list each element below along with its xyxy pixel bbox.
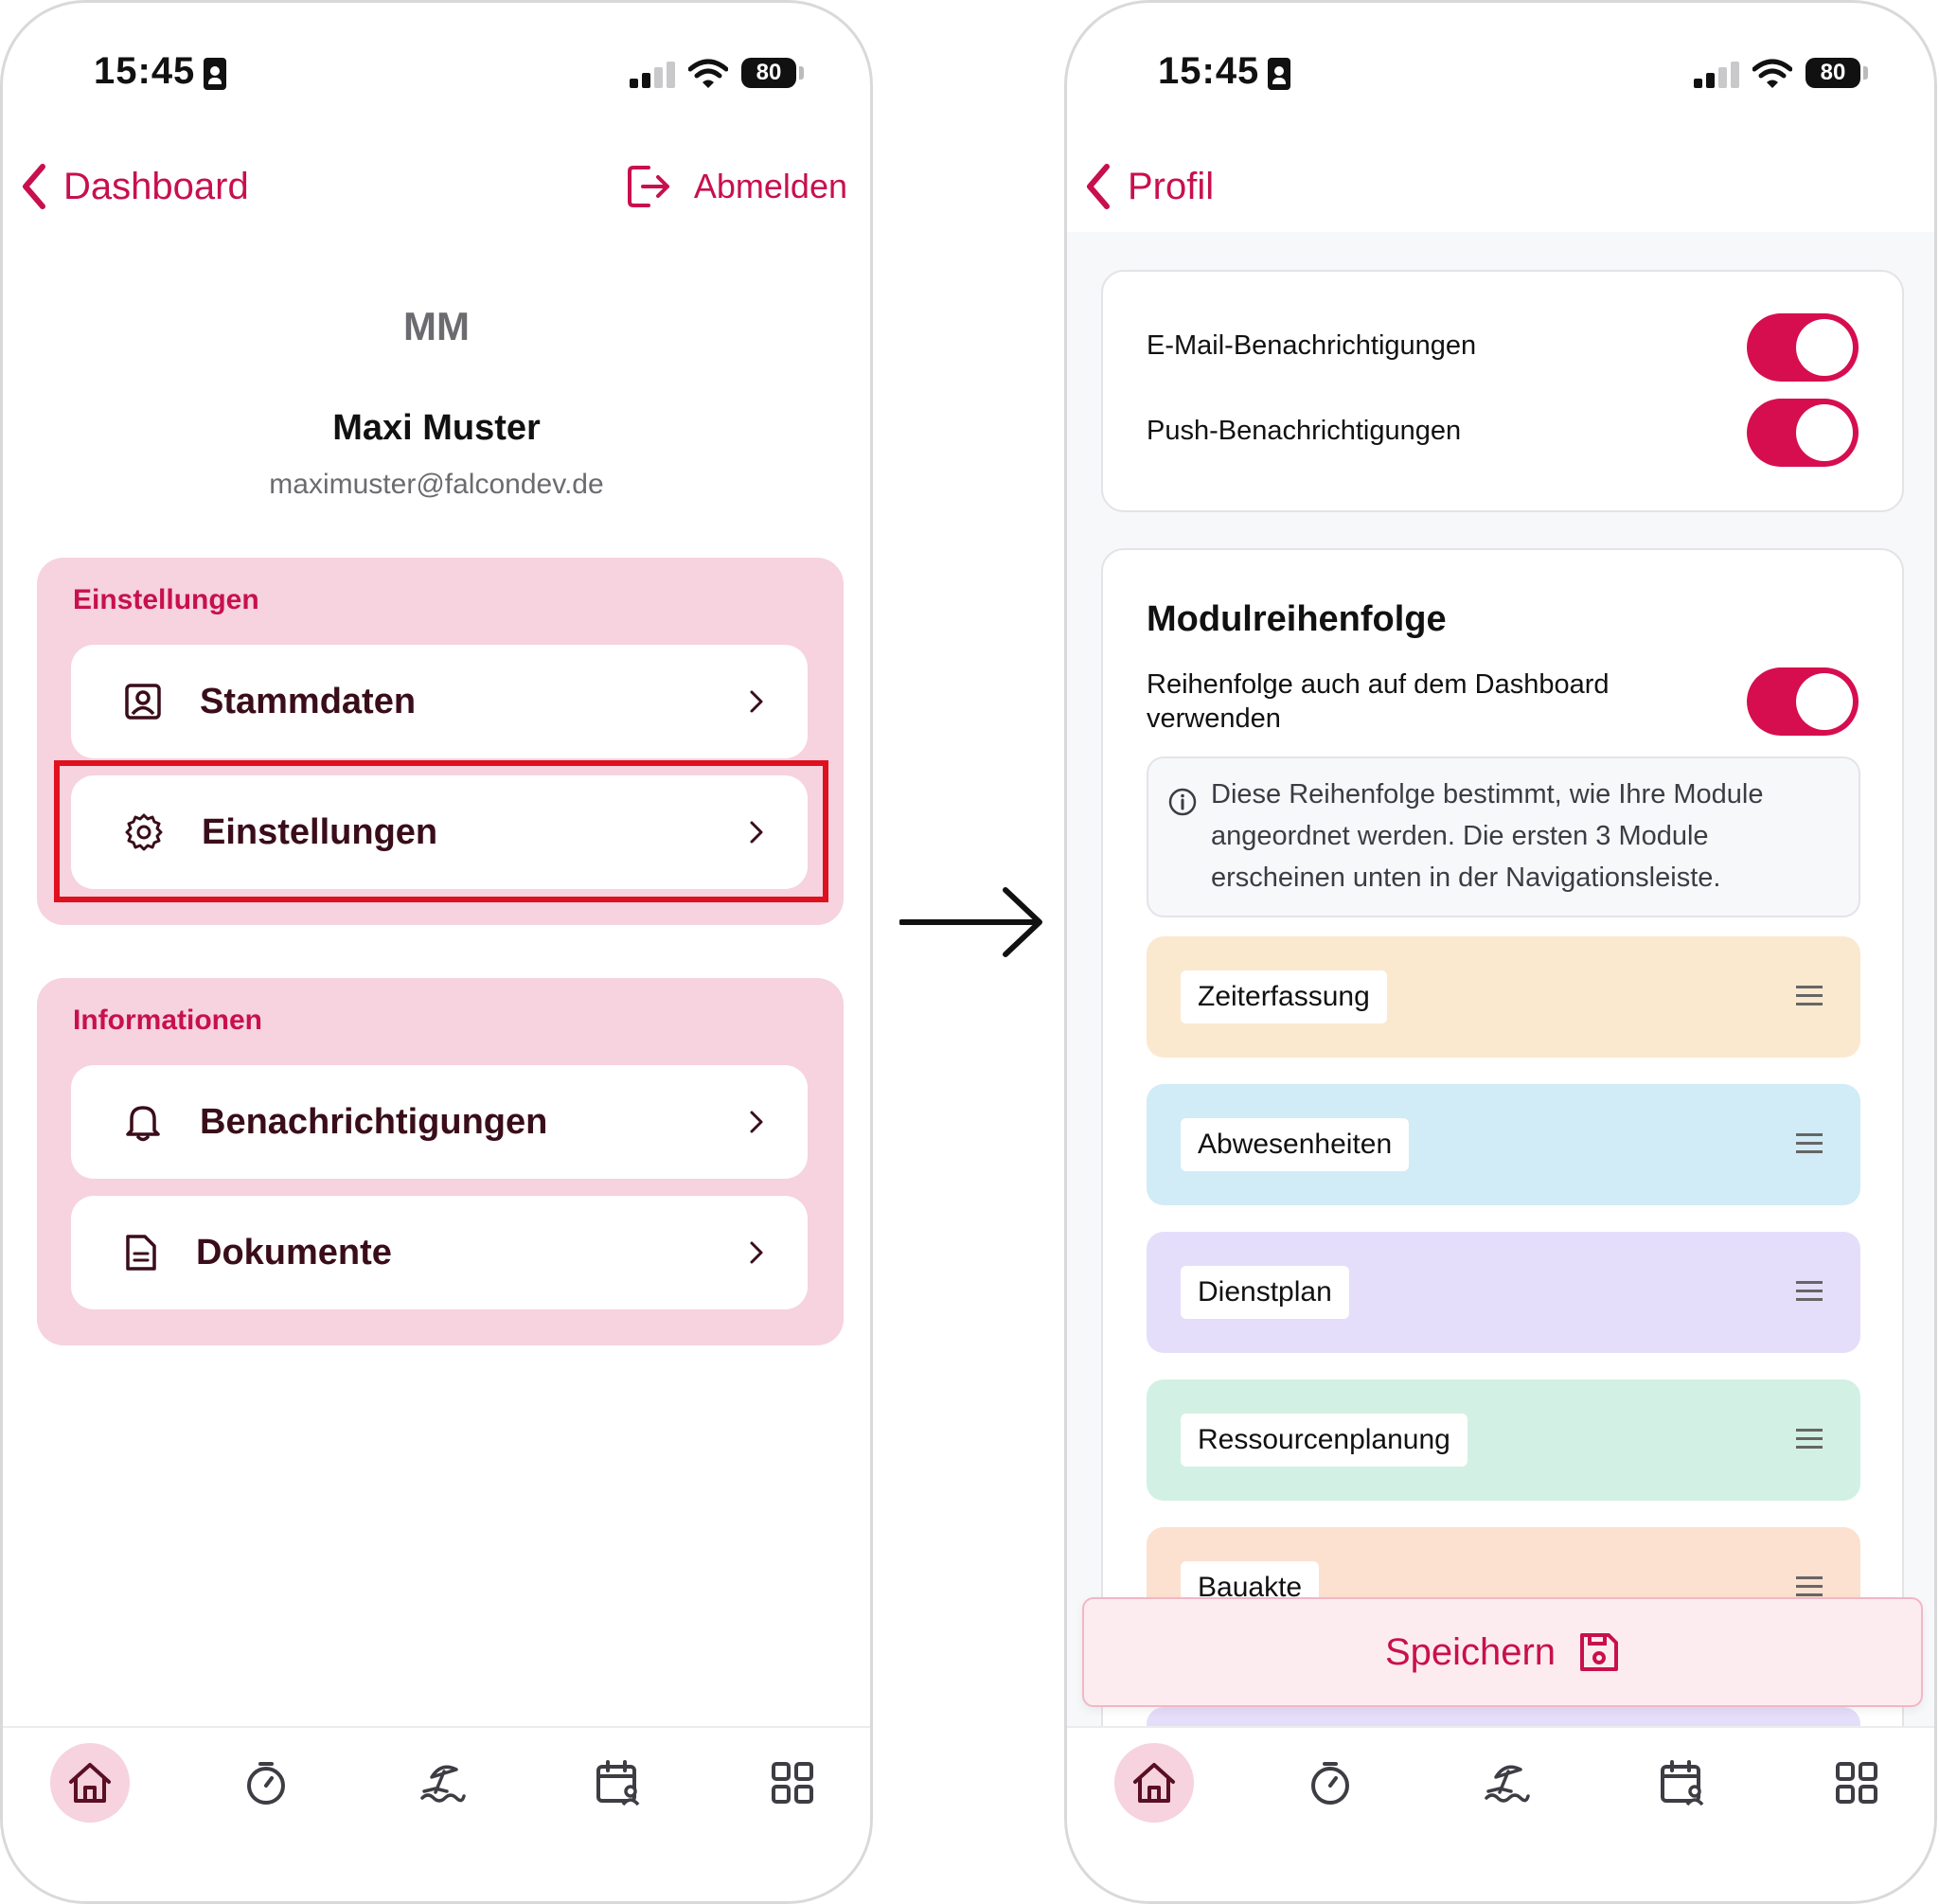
module-item-ressourcenplanung[interactable]: Ressourcenplanung	[1147, 1379, 1860, 1501]
logout-button[interactable]: Abmelden	[626, 162, 847, 211]
chevron-right-icon	[750, 690, 763, 713]
profile-email: maximuster@falcondev.de	[269, 469, 604, 500]
menu-item-label: Stammdaten	[200, 681, 417, 721]
info-text: Diese Reihenfolge bestimmt, wie Ihre Mod…	[1211, 779, 1764, 893]
chevron-left-icon	[1087, 164, 1110, 209]
status-time: 15:45	[94, 50, 196, 92]
profile-name: Maxi Muster	[332, 408, 541, 448]
document-icon	[126, 1235, 156, 1271]
chevron-right-icon	[750, 1111, 763, 1133]
module-label: Zeiterfassung	[1181, 970, 1387, 1023]
dashboard-order-label: Reihenfolge auch auf dem Dashboard verwe…	[1147, 669, 1610, 734]
drag-handle-icon[interactable]	[1796, 1576, 1823, 1597]
calendar-user-icon	[1661, 1760, 1704, 1806]
tab-roster[interactable]	[578, 1743, 658, 1823]
notifications-card	[1101, 270, 1904, 512]
sim-card-icon	[204, 58, 226, 90]
avatar-initials: MM	[403, 304, 470, 348]
info-group-title: Informationen	[73, 1005, 262, 1036]
module-order-title: Modulreihenfolge	[1147, 599, 1447, 639]
menu-item-label: Dokumente	[196, 1232, 392, 1272]
chevron-right-icon	[750, 1241, 763, 1264]
battery-tip	[799, 66, 804, 80]
drag-handle-icon[interactable]	[1796, 986, 1823, 1006]
home-icon	[1133, 1763, 1175, 1803]
email-notifications-label: E-Mail-Benachrichtigungen	[1147, 330, 1477, 361]
tab-modules[interactable]	[1817, 1743, 1896, 1823]
save-button[interactable]: Speichern	[1082, 1597, 1923, 1707]
battery-indicator: 80	[1806, 58, 1860, 88]
module-item-abwesenheiten[interactable]: Abwesenheiten	[1147, 1084, 1860, 1205]
grid-icon	[1836, 1762, 1877, 1804]
menu-item-dokumente[interactable]: Dokumente	[71, 1196, 808, 1309]
dashboard-order-toggle[interactable]	[1747, 667, 1859, 736]
info-icon	[1168, 788, 1197, 816]
tab-home[interactable]	[1114, 1743, 1194, 1823]
battery-indicator: 80	[741, 58, 796, 88]
drag-handle-icon[interactable]	[1796, 1429, 1823, 1450]
phone-screen-settings: 15:45 80 Profil E-Mail-Benachrichtigunge…	[1064, 0, 1937, 1904]
drag-handle-icon[interactable]	[1796, 1281, 1823, 1302]
wifi-icon	[1752, 59, 1792, 88]
module-label: Ressourcenplanung	[1181, 1414, 1468, 1467]
contact-card-icon	[125, 684, 161, 720]
back-label: Dashboard	[63, 165, 249, 207]
bell-icon	[126, 1106, 160, 1142]
chevron-left-icon	[23, 164, 45, 209]
push-notifications-toggle[interactable]	[1747, 399, 1859, 467]
logout-icon	[627, 166, 669, 207]
module-item-dienstplan[interactable]: Dienstplan	[1147, 1232, 1860, 1353]
email-notifications-toggle[interactable]	[1747, 313, 1859, 382]
stopwatch-icon	[1311, 1762, 1349, 1805]
menu-item-stammdaten[interactable]: Stammdaten	[71, 645, 808, 758]
info-group: Informationen Benachrichtigungen Dokumen…	[37, 978, 844, 1345]
phone-screen-profile: 15:45 80 Dashboard Abmelden MM Maxi Must…	[0, 0, 873, 1904]
sim-card-icon	[1268, 58, 1290, 90]
tab-time-tracking[interactable]	[226, 1743, 306, 1823]
back-label: Profil	[1128, 165, 1215, 207]
tab-absences[interactable]	[1467, 1743, 1546, 1823]
calendar-user-icon	[596, 1760, 640, 1806]
arrow-right-icon	[899, 887, 1042, 957]
back-button[interactable]: Profil	[1084, 162, 1214, 211]
tab-absences[interactable]	[402, 1743, 482, 1823]
module-label: Abwesenheiten	[1181, 1118, 1410, 1171]
grid-icon	[772, 1762, 813, 1804]
highlight-box	[54, 760, 828, 902]
beach-icon	[420, 1765, 466, 1803]
drag-handle-icon[interactable]	[1796, 1133, 1823, 1154]
battery-tip	[1863, 66, 1868, 80]
tab-time-tracking[interactable]	[1290, 1743, 1370, 1823]
info-box: Diese Reihenfolge bestimmt, wie Ihre Mod…	[1147, 756, 1860, 917]
module-label: Dienstplan	[1181, 1266, 1349, 1319]
tab-modules[interactable]	[753, 1743, 832, 1823]
beach-icon	[1485, 1765, 1530, 1803]
save-label: Speichern	[1384, 1630, 1557, 1673]
cellular-signal-icon	[1694, 60, 1741, 88]
home-icon	[69, 1763, 111, 1803]
back-button[interactable]: Dashboard	[20, 162, 249, 211]
floppy-disk-icon	[1580, 1633, 1619, 1671]
tab-home[interactable]	[50, 1743, 130, 1823]
menu-item-benachrichtigungen[interactable]: Benachrichtigungen	[71, 1065, 808, 1179]
module-item-zeiterfassung[interactable]: Zeiterfassung	[1147, 936, 1860, 1058]
logout-label: Abmelden	[693, 167, 847, 205]
push-notifications-label: Push-Benachrichtigungen	[1147, 416, 1462, 446]
settings-group-title: Einstellungen	[73, 584, 259, 615]
cellular-signal-icon	[630, 60, 677, 88]
tab-roster[interactable]	[1643, 1743, 1722, 1823]
status-time: 15:45	[1158, 50, 1260, 92]
wifi-icon	[688, 59, 728, 88]
stopwatch-icon	[247, 1762, 285, 1805]
menu-item-label: Benachrichtigungen	[200, 1101, 548, 1142]
